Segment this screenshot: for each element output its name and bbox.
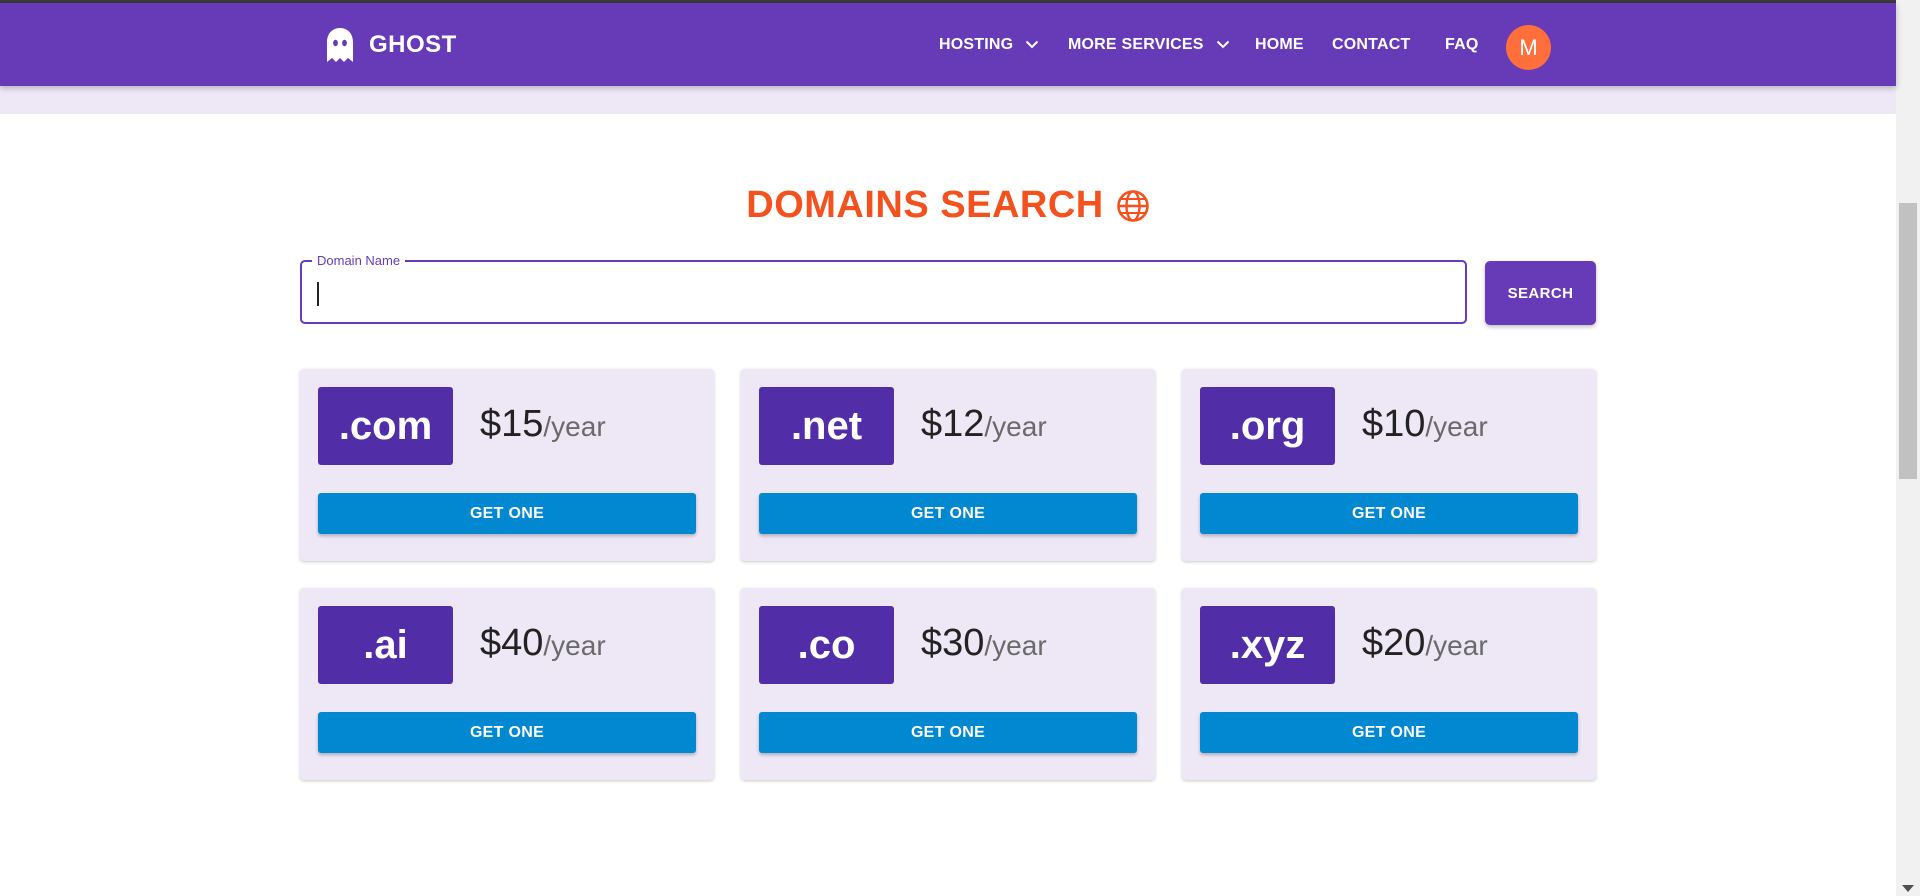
avatar[interactable]: M (1506, 25, 1551, 70)
search-button[interactable]: SEARCH (1485, 261, 1596, 325)
domain-price: $15/year (480, 403, 606, 446)
scrollbar-thumb[interactable] (1899, 203, 1917, 479)
domain-price: $40/year (480, 622, 606, 665)
price-amount: $10 (1362, 403, 1426, 445)
price-period: /year (984, 411, 1047, 442)
price-period: /year (1425, 411, 1488, 442)
tld-badge: .org (1200, 387, 1335, 465)
price-period: /year (984, 630, 1047, 661)
nav-faq-label: FAQ (1445, 35, 1479, 53)
price-period: /year (1425, 630, 1488, 661)
nav-faq[interactable]: FAQ (1445, 3, 1479, 86)
domain-name-label: Domain Name (312, 253, 406, 269)
nav-home[interactable]: HOME (1255, 3, 1304, 86)
nav-hosting[interactable]: HOSTING (939, 3, 1039, 86)
nav-contact-label: CONTACT (1332, 35, 1411, 53)
domain-name-input[interactable] (314, 272, 1454, 312)
domain-card-xyz: .xyz $20/year GET ONE (1182, 588, 1596, 780)
domain-card-net: .net $12/year GET ONE (741, 369, 1155, 561)
chevron-down-icon (1026, 40, 1039, 49)
ghost-icon (327, 28, 353, 62)
nav-more-services-label: MORE SERVICES (1068, 35, 1204, 53)
scroll-down-arrow-icon[interactable] (1902, 885, 1914, 892)
domain-price: $12/year (921, 403, 1047, 446)
domain-price: $10/year (1362, 403, 1488, 446)
nav-hosting-label: HOSTING (939, 35, 1014, 53)
tld-badge: .ai (318, 606, 453, 684)
globe-icon (1116, 189, 1149, 222)
domain-price: $30/year (921, 622, 1047, 665)
domain-card-com: .com $15/year GET ONE (300, 369, 714, 561)
price-amount: $40 (480, 622, 544, 664)
domain-card-ai: .ai $40/year GET ONE (300, 588, 714, 780)
tld-badge: .co (759, 606, 894, 684)
domain-price: $20/year (1362, 622, 1488, 665)
get-one-button[interactable]: GET ONE (759, 493, 1137, 534)
price-amount: $30 (921, 622, 985, 664)
vertical-scrollbar[interactable] (1896, 0, 1920, 896)
nav-contact[interactable]: CONTACT (1332, 3, 1410, 86)
get-one-button[interactable]: GET ONE (318, 712, 696, 753)
get-one-button[interactable]: GET ONE (318, 493, 696, 534)
chevron-down-icon (1216, 40, 1229, 49)
domain-name-field[interactable]: Domain Name (300, 253, 1467, 324)
page-title: DOMAINS SEARCH (0, 184, 1896, 227)
text-caret (317, 282, 319, 306)
brand-name: GHOST (369, 31, 457, 58)
get-one-button[interactable]: GET ONE (1200, 493, 1578, 534)
get-one-button[interactable]: GET ONE (759, 712, 1137, 753)
price-amount: $15 (480, 403, 544, 445)
app-bar: GHOST HOSTING MORE SERVICES HOME CONTACT… (0, 3, 1896, 86)
price-period: /year (543, 630, 606, 661)
header-sub-band (0, 86, 1896, 114)
domain-card-co: .co $30/year GET ONE (741, 588, 1155, 780)
nav-home-label: HOME (1255, 35, 1304, 53)
brand-logo[interactable]: GHOST (325, 25, 457, 65)
nav-more-services[interactable]: MORE SERVICES (1068, 3, 1230, 86)
price-amount: $20 (1362, 622, 1426, 664)
price-amount: $12 (921, 403, 985, 445)
tld-badge: .xyz (1200, 606, 1335, 684)
page-title-text: DOMAINS SEARCH (746, 184, 1104, 226)
tld-badge: .net (759, 387, 894, 465)
domain-card-org: .org $10/year GET ONE (1182, 369, 1596, 561)
price-period: /year (543, 411, 606, 442)
tld-badge: .com (318, 387, 453, 465)
get-one-button[interactable]: GET ONE (1200, 712, 1578, 753)
